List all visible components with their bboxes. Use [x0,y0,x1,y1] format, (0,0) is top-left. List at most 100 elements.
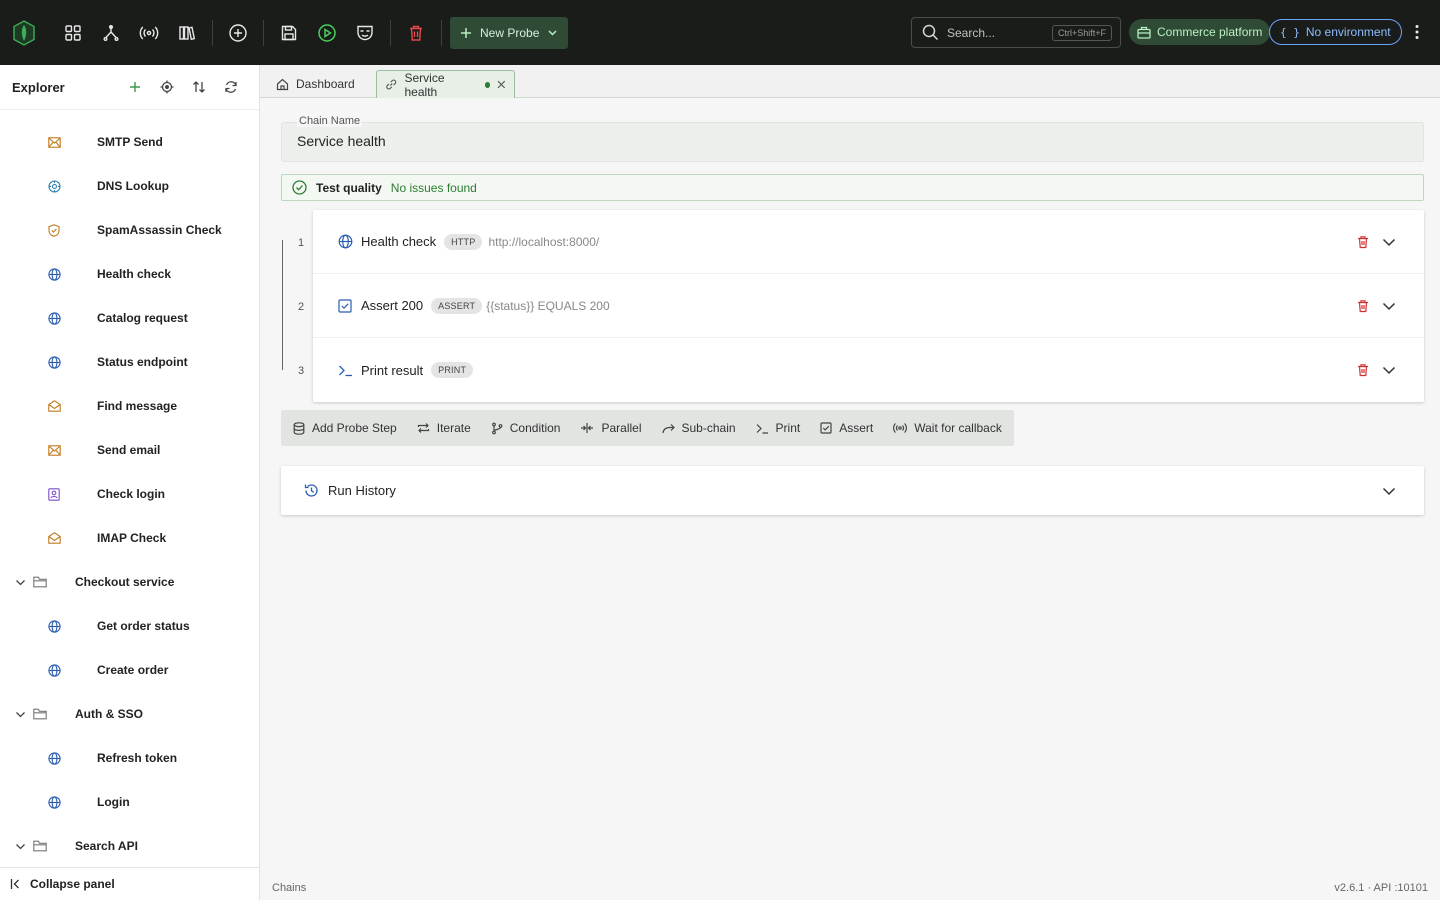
test-quality-title: Test quality [316,180,382,195]
run-history-panel[interactable]: Run History [281,466,1424,515]
add-step-toolbar: Add Probe Step Iterate Condition Paralle… [281,410,1014,446]
expand-chevron-icon[interactable] [1381,298,1397,314]
target-icon[interactable] [151,71,183,103]
search-shortcut: Ctrl+Shift+F [1051,24,1112,41]
tree-item[interactable]: Status endpoint [0,340,259,384]
tree-item[interactable]: Send email [0,428,259,472]
tree-item-label: IMAP Check [97,531,167,545]
tree-item-label: Create order [97,663,169,677]
step-name: Print result [361,362,424,378]
expand-chevron-icon[interactable] [1381,483,1397,499]
home-icon [276,78,289,90]
toolbar-divider [212,19,213,46]
broadcast-icon[interactable] [130,14,168,52]
app-logo[interactable] [0,0,48,65]
plus-icon [461,27,471,38]
sub-chain-button[interactable]: Sub-chain [652,410,746,446]
step-print-result[interactable]: Print result PRINT [313,338,1424,402]
search-icon [922,24,939,41]
delete-icon[interactable] [397,14,435,52]
tree-item[interactable]: Catalog request [0,296,259,340]
collapse-panel-button[interactable]: Collapse panel [0,867,259,900]
add-probe-step-button[interactable]: Add Probe Step [283,410,407,446]
tree-item-label: SpamAssassin Check [97,223,222,237]
expand-chevron-icon[interactable] [1381,362,1397,378]
project-selector[interactable]: Commerce platform [1129,19,1271,45]
link-icon [386,79,397,90]
tool-label: Wait for callback [914,421,1002,435]
broadcast-icon [893,423,908,433]
tree-item[interactable]: Check login [0,472,259,516]
tree-item[interactable]: IMAP Check [0,516,259,560]
step-number: 1 [297,237,305,249]
step-assert-200[interactable]: Assert 200 ASSERT {{status}} EQUALS 200 [313,274,1424,338]
new-probe-button[interactable]: New Probe [450,16,569,49]
more-menu-icon[interactable] [1405,17,1429,47]
mask-icon[interactable] [346,14,384,52]
tree-folder[interactable]: Auth & SSO [0,692,259,736]
folder-icon [32,576,48,588]
save-icon[interactable] [270,14,308,52]
tree-item[interactable]: Get order status [0,604,259,648]
toolbar-divider [441,19,442,46]
delete-step-icon[interactable] [1356,235,1370,249]
delete-step-icon[interactable] [1356,299,1370,313]
globe-icon [46,662,62,678]
tab-service-health[interactable]: Service health [376,70,515,99]
search-input[interactable]: Search... Ctrl+Shift+F [911,17,1121,48]
checkbox-icon [820,422,832,434]
step-health-check[interactable]: Health check HTTP http://localhost:8000/ [313,210,1424,274]
environment-selector[interactable]: { } No environment [1269,19,1402,45]
checkbox-icon [337,298,353,313]
expand-chevron-icon[interactable] [1381,234,1397,250]
add-icon[interactable] [119,71,151,103]
globe-icon [46,266,62,282]
chain-name-value[interactable]: Service health [297,133,386,149]
tree-item[interactable]: Find message [0,384,259,428]
explorer-header: Explorer [0,65,259,110]
tree-item[interactable]: SpamAssassin Check [0,208,259,252]
new-probe-label: New Probe [480,25,540,40]
tree-item-label: Login [97,795,130,809]
tree-item[interactable]: Create order [0,648,259,692]
collapse-panel-label: Collapse panel [30,877,115,891]
globe-icon [46,310,62,326]
add-circle-icon[interactable] [219,14,257,52]
tab-dashboard[interactable]: Dashboard [268,70,363,98]
close-icon[interactable] [497,80,506,89]
sort-icon[interactable] [183,71,215,103]
tree-folder-label: Search API [75,839,138,853]
tool-label: Print [775,421,801,435]
environment-label: No environment [1305,25,1391,39]
library-icon[interactable] [168,14,206,52]
tree-item-label: Send email [97,443,161,457]
parallel-button[interactable]: Parallel [570,410,651,446]
dashboard-grid-icon[interactable] [54,14,92,52]
run-icon[interactable] [308,14,346,52]
chevron-down-icon[interactable] [13,709,27,720]
assert-button[interactable]: Assert [810,410,883,446]
chain-name-field[interactable] [281,122,1424,162]
tree-item[interactable]: Refresh token [0,736,259,780]
chain-fork-icon[interactable] [92,14,130,52]
status-left: Chains [272,882,307,894]
refresh-icon[interactable] [215,71,247,103]
braces-icon: { } [1280,25,1300,39]
tree-folder[interactable]: Checkout service [0,560,259,604]
step-number: 2 [297,301,305,313]
delete-step-icon[interactable] [1356,363,1370,377]
step-rail [282,240,283,370]
tree-folder-label: Auth & SSO [75,707,143,721]
print-button[interactable]: Print [746,410,811,446]
tree-item[interactable]: SMTP Send [0,120,259,164]
globe-icon [337,234,353,249]
tree-item[interactable]: DNS Lookup [0,164,259,208]
condition-button[interactable]: Condition [481,410,571,446]
wait-for-callback-button[interactable]: Wait for callback [883,410,1012,446]
chevron-down-icon[interactable] [13,841,27,852]
chevron-down-icon[interactable] [13,577,27,588]
tree-item[interactable]: Login [0,780,259,824]
tree-item[interactable]: Health check [0,252,259,296]
iterate-button[interactable]: Iterate [407,410,481,446]
tree-folder[interactable]: Search API [0,824,259,863]
